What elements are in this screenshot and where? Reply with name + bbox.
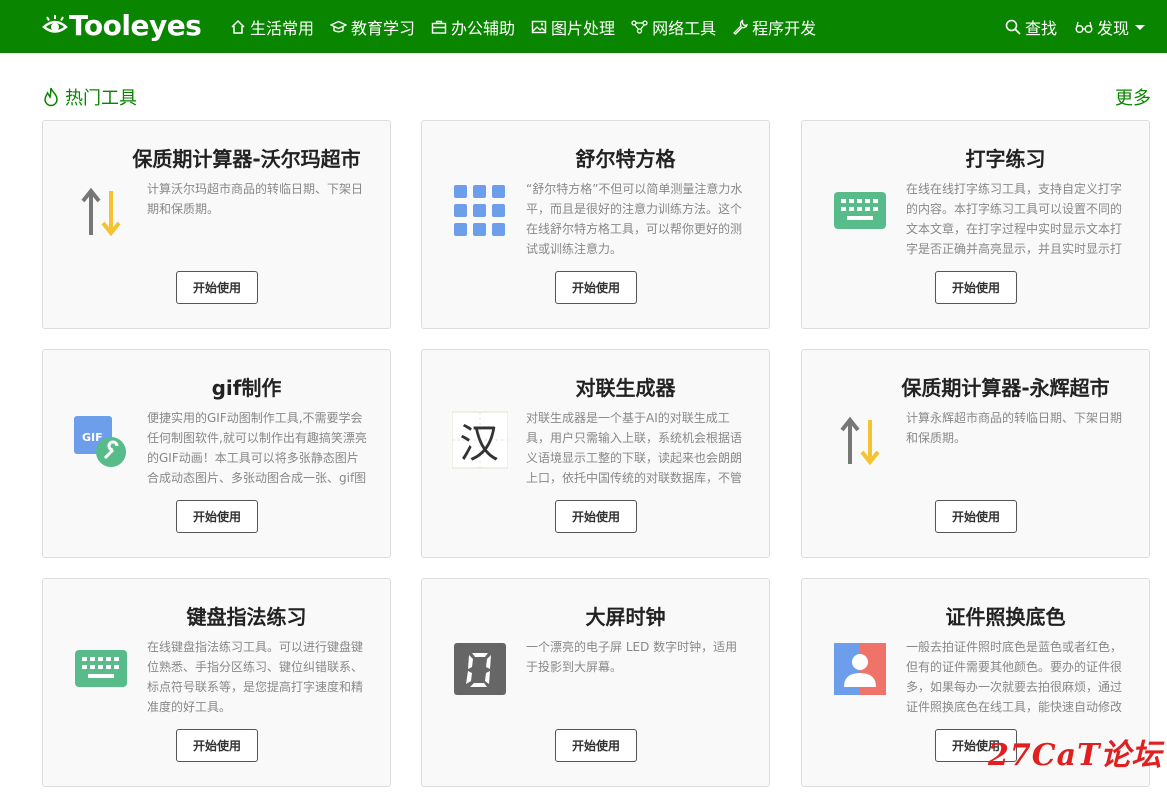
briefcase-icon bbox=[431, 20, 447, 34]
start-button[interactable]: 开始使用 bbox=[935, 271, 1017, 304]
glasses-icon bbox=[1075, 21, 1093, 33]
discover-label: 发现 bbox=[1096, 18, 1129, 38]
card-title: gif制作 bbox=[211, 376, 282, 400]
card-title: 保质期计算器-永辉超市 bbox=[901, 376, 1110, 400]
svg-text:汉: 汉 bbox=[459, 421, 499, 467]
han-character-icon: 汉 bbox=[452, 411, 508, 469]
section-title-text: 热门工具 bbox=[65, 88, 137, 109]
arrows-up-down-icon bbox=[73, 183, 129, 239]
start-button[interactable]: 开始使用 bbox=[176, 729, 258, 762]
nav-item-office[interactable]: 办公辅助 bbox=[431, 15, 515, 39]
home-icon bbox=[231, 19, 245, 34]
caret-down-icon bbox=[1135, 25, 1145, 30]
start-button[interactable]: 开始使用 bbox=[935, 500, 1017, 533]
more-link[interactable]: 更多 bbox=[1115, 84, 1151, 110]
nav-item-label: 网络工具 bbox=[652, 18, 717, 38]
tool-card[interactable]: 保质期计算器-永辉超市 计算永辉超市商品的转临日期、下架日期和保质期。 开始使用 bbox=[801, 349, 1150, 558]
start-button[interactable]: 开始使用 bbox=[555, 271, 637, 304]
tool-card[interactable]: 保质期计算器-沃尔玛超市 计算沃尔玛超市商品的转临日期、下架日期和保质期。 开始… bbox=[42, 120, 391, 329]
nav-right: 查找 发现 bbox=[987, 0, 1145, 53]
keyboard-icon bbox=[73, 641, 129, 697]
start-button[interactable]: 开始使用 bbox=[176, 500, 258, 533]
nav-item-life[interactable]: 生活常用 bbox=[230, 15, 314, 39]
card-title: 对联生成器 bbox=[575, 376, 676, 400]
card-title: 大屏时钟 bbox=[585, 605, 666, 629]
logo-text: Tooleyes bbox=[69, 8, 202, 42]
tool-card[interactable]: gif制作 GIF 便捷实用的GIF动图制作工具,不需要学会任何制图软件,就可以… bbox=[42, 349, 391, 558]
top-navbar: Tooleyes 生活常用 教育学习 办公辅助 图片处理 网络工具 程序开发 查… bbox=[0, 0, 1167, 53]
arrows-up-down-icon bbox=[832, 412, 888, 468]
card-title: 证件照换底色 bbox=[945, 605, 1066, 629]
eye-logo-icon bbox=[42, 15, 68, 33]
nav-item-network[interactable]: 网络工具 bbox=[631, 15, 716, 39]
discover-dropdown[interactable]: 发现 bbox=[1075, 15, 1145, 39]
card-description: 计算沃尔玛超市商品的转临日期、下架日期和保质期。 bbox=[147, 182, 364, 216]
tool-card[interactable]: 舒尔特方格 “舒尔特方格”不但可以简单测量注意力水平，而且是很好的注意力训练方法… bbox=[421, 120, 770, 329]
main-nav: 生活常用 教育学习 办公辅助 图片处理 网络工具 程序开发 bbox=[230, 0, 832, 53]
graduation-cap-icon bbox=[330, 20, 348, 32]
search-icon bbox=[1005, 19, 1021, 35]
card-description: 在线键盘指法练习工具。可以进行键盘键位熟悉、手指分区练习、键位纠错联系、标点符号… bbox=[147, 640, 364, 714]
nav-item-label: 程序开发 bbox=[752, 18, 817, 38]
card-description: 一般去拍证件照时底色是蓝色或者红色，但有的证件需要其他颜色。要办的证件很多，如果… bbox=[906, 640, 1123, 714]
id-photo-icon bbox=[832, 641, 888, 697]
card-description: 便捷实用的GIF动图制作工具,不需要学会任何制图软件,就可以制作出有趣搞笑漂亮的… bbox=[147, 411, 367, 485]
wrench-icon bbox=[733, 18, 749, 35]
grid-dots-icon bbox=[452, 183, 508, 239]
keyboard-icon bbox=[832, 183, 888, 239]
site-logo[interactable]: Tooleyes bbox=[42, 7, 202, 43]
digital-zero-icon bbox=[452, 641, 508, 697]
network-icon bbox=[631, 19, 648, 34]
image-icon bbox=[531, 20, 547, 33]
card-description: “舒尔特方格”不但可以简单测量注意力水平，而且是很好的注意力训练方法。这个在线舒… bbox=[526, 182, 743, 256]
card-description: 一个漂亮的电子屏 LED 数字时钟，适用于投影到大屏幕。 bbox=[526, 640, 738, 674]
search-button[interactable]: 查找 bbox=[1005, 15, 1057, 39]
nav-item-dev[interactable]: 程序开发 bbox=[732, 15, 816, 39]
tool-card[interactable]: 打字练习 在线在线打字练习工具，支持自定义打字的内容。本打字练习工具可以设置不同… bbox=[801, 120, 1150, 329]
start-button[interactable]: 开始使用 bbox=[555, 729, 637, 762]
nav-item-label: 生活常用 bbox=[250, 18, 315, 38]
forum-watermark: 27CaT论坛 bbox=[988, 738, 1163, 773]
section-title: 热门工具 bbox=[42, 84, 137, 110]
card-title: 舒尔特方格 bbox=[575, 147, 676, 171]
nav-item-education[interactable]: 教育学习 bbox=[330, 15, 415, 39]
tool-card[interactable]: 对联生成器 汉 对联生成器是一个基于AI的对联生成工具，用户只需输入上联，系统机… bbox=[421, 349, 770, 558]
tool-card[interactable]: 键盘指法练习 在线键盘指法练习工具。可以进行键盘键位熟悉、手指分区练习、键位纠错… bbox=[42, 578, 391, 787]
search-label: 查找 bbox=[1024, 18, 1057, 38]
card-description: 对联生成器是一个基于AI的对联生成工具，用户只需输入上联，系统机会根据语义语境显… bbox=[526, 411, 743, 485]
card-title: 保质期计算器-沃尔玛超市 bbox=[132, 147, 361, 171]
tool-card[interactable]: 大屏时钟 一个漂亮的电子屏 LED 数字时钟，适用于投影到大屏幕。 开始使用 bbox=[421, 578, 770, 787]
nav-item-image[interactable]: 图片处理 bbox=[531, 15, 615, 39]
gif-tool-icon: GIF bbox=[73, 412, 129, 468]
fire-icon bbox=[44, 87, 58, 107]
section-header: 热门工具 更多 bbox=[42, 84, 1151, 110]
card-title: 键盘指法练习 bbox=[186, 605, 307, 629]
nav-item-label: 图片处理 bbox=[551, 18, 616, 38]
start-button[interactable]: 开始使用 bbox=[176, 271, 258, 304]
card-title: 打字练习 bbox=[965, 147, 1046, 171]
svg-text:GIF: GIF bbox=[82, 431, 103, 444]
card-description: 计算永辉超市商品的转临日期、下架日期和保质期。 bbox=[906, 411, 1123, 445]
start-button[interactable]: 开始使用 bbox=[555, 500, 637, 533]
card-description: 在线在线打字练习工具，支持自定义打字的内容。本打字练习工具可以设置不同的文本文章… bbox=[906, 182, 1123, 256]
nav-item-label: 教育学习 bbox=[351, 18, 416, 38]
nav-item-label: 办公辅助 bbox=[451, 18, 516, 38]
